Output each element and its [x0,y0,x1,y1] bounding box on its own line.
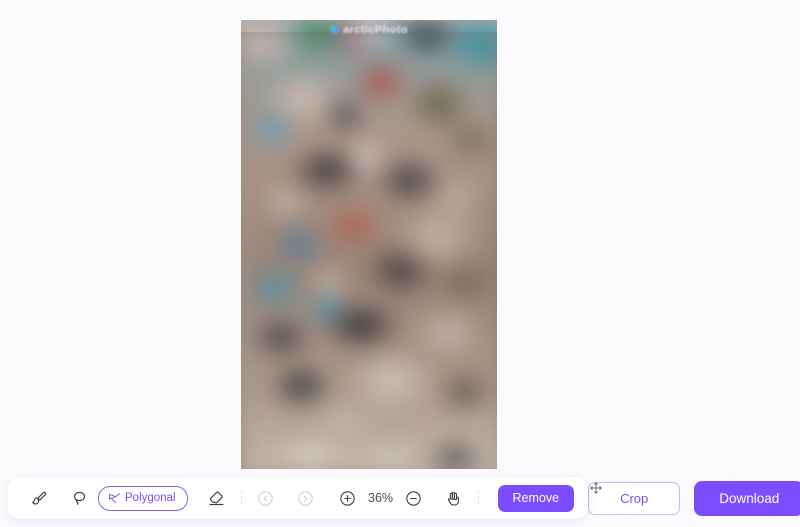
zoom-in-icon [338,489,357,508]
selection-mask-overlay[interactable] [241,32,497,469]
pan-tool-button[interactable] [439,483,469,513]
redo-icon [296,489,315,508]
undo-button[interactable] [251,483,281,513]
lasso-icon [70,489,89,508]
editor-canvas[interactable]: arcticPhoto [0,0,800,469]
eraser-icon [207,489,226,508]
undo-icon [256,489,275,508]
brush-icon [30,489,49,508]
tool-card: Polygonal 36% Remove [8,477,602,519]
zoom-in-button[interactable] [333,483,363,513]
brush-tool-button[interactable] [24,483,54,513]
action-buttons: Crop Download [588,480,800,516]
zoom-out-icon [404,489,423,508]
lasso-tool-button[interactable] [64,483,94,513]
zoom-out-button[interactable] [399,483,429,513]
image-preview[interactable]: arcticPhoto [241,20,497,469]
toolbar-divider [240,489,242,507]
polygonal-icon [107,491,122,506]
watermark-text: arcticPhoto [343,24,408,36]
toolbar-divider [477,489,479,507]
download-button[interactable]: Download [694,480,800,516]
eraser-tool-button[interactable] [202,483,232,513]
polygonal-tool-button[interactable]: Polygonal [98,485,188,511]
bottom-toolbar: Polygonal 36% Remove Crop Download [0,469,800,527]
hand-icon [444,489,463,508]
polygonal-tool-label: Polygonal [125,492,176,504]
watermark-logo-icon [330,26,342,34]
remove-button[interactable]: Remove [497,484,575,512]
image-watermark: arcticPhoto [241,24,497,36]
zoom-level-value: 36% [368,491,394,505]
move-icon[interactable] [588,480,604,496]
redo-button[interactable] [291,483,321,513]
